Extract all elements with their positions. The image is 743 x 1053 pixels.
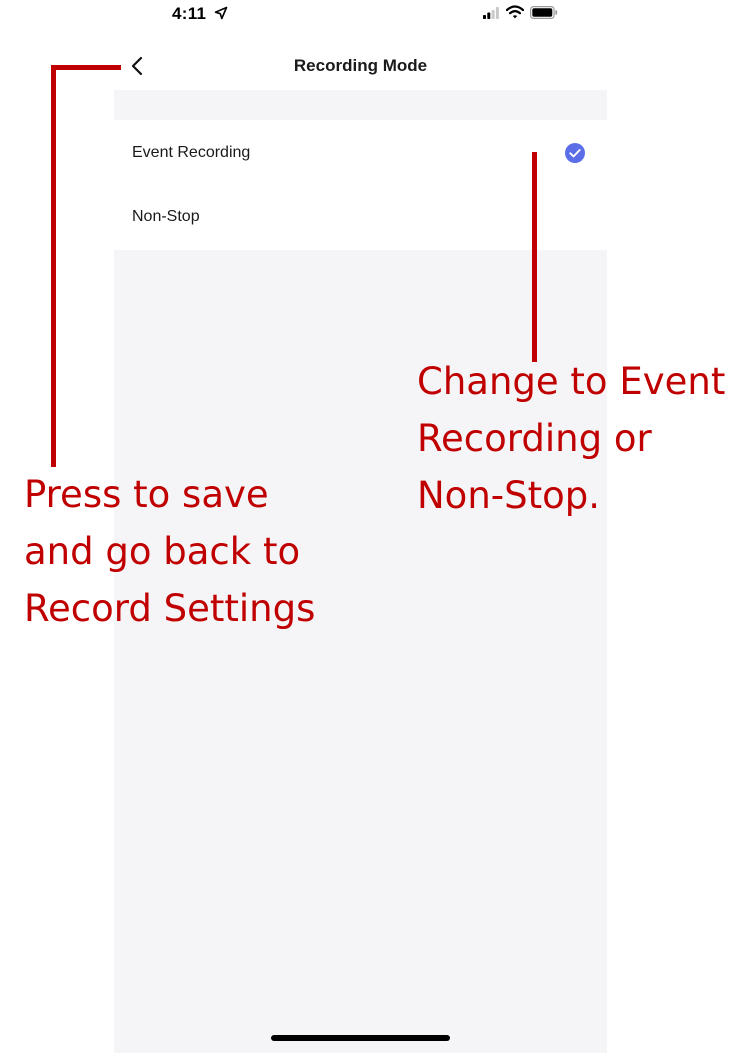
mode-callout-line-1: Change to Event bbox=[417, 360, 726, 403]
wifi-icon bbox=[506, 5, 524, 19]
option-label: Event Recording bbox=[132, 144, 251, 161]
location-arrow-icon bbox=[214, 6, 228, 20]
mode-callout-line-3: Non-Stop. bbox=[417, 474, 600, 517]
home-indicator[interactable] bbox=[271, 1035, 450, 1041]
mode-callout-text: Change to Event Recording or Non-Stop. bbox=[417, 353, 725, 524]
back-callout-line-3: Record Settings bbox=[24, 587, 316, 630]
status-bar: 4:11 bbox=[114, 0, 607, 36]
status-time: 4:11 bbox=[172, 4, 207, 23]
back-callout-text: Press to save and go back to Record Sett… bbox=[24, 466, 315, 637]
mode-callout-line-2: Recording or bbox=[417, 417, 652, 460]
back-callout-line-vertical bbox=[51, 65, 56, 467]
page-title: Recording Mode bbox=[293, 56, 428, 75]
back-callout-line-2: and go back to bbox=[24, 530, 301, 573]
navigation-bar: Recording Mode bbox=[114, 44, 607, 90]
back-callout-line-1: Press to save bbox=[24, 473, 269, 516]
signal-icon bbox=[483, 7, 499, 19]
page: 4:11 Recording Mode Event Recording Non-… bbox=[0, 0, 743, 1053]
checkmark-icon bbox=[565, 143, 585, 163]
back-callout-line-horizontal bbox=[51, 65, 121, 70]
battery-icon bbox=[530, 6, 558, 19]
section-spacer bbox=[114, 90, 607, 120]
mode-callout-line bbox=[532, 152, 537, 362]
option-label: Non-Stop bbox=[132, 208, 200, 225]
